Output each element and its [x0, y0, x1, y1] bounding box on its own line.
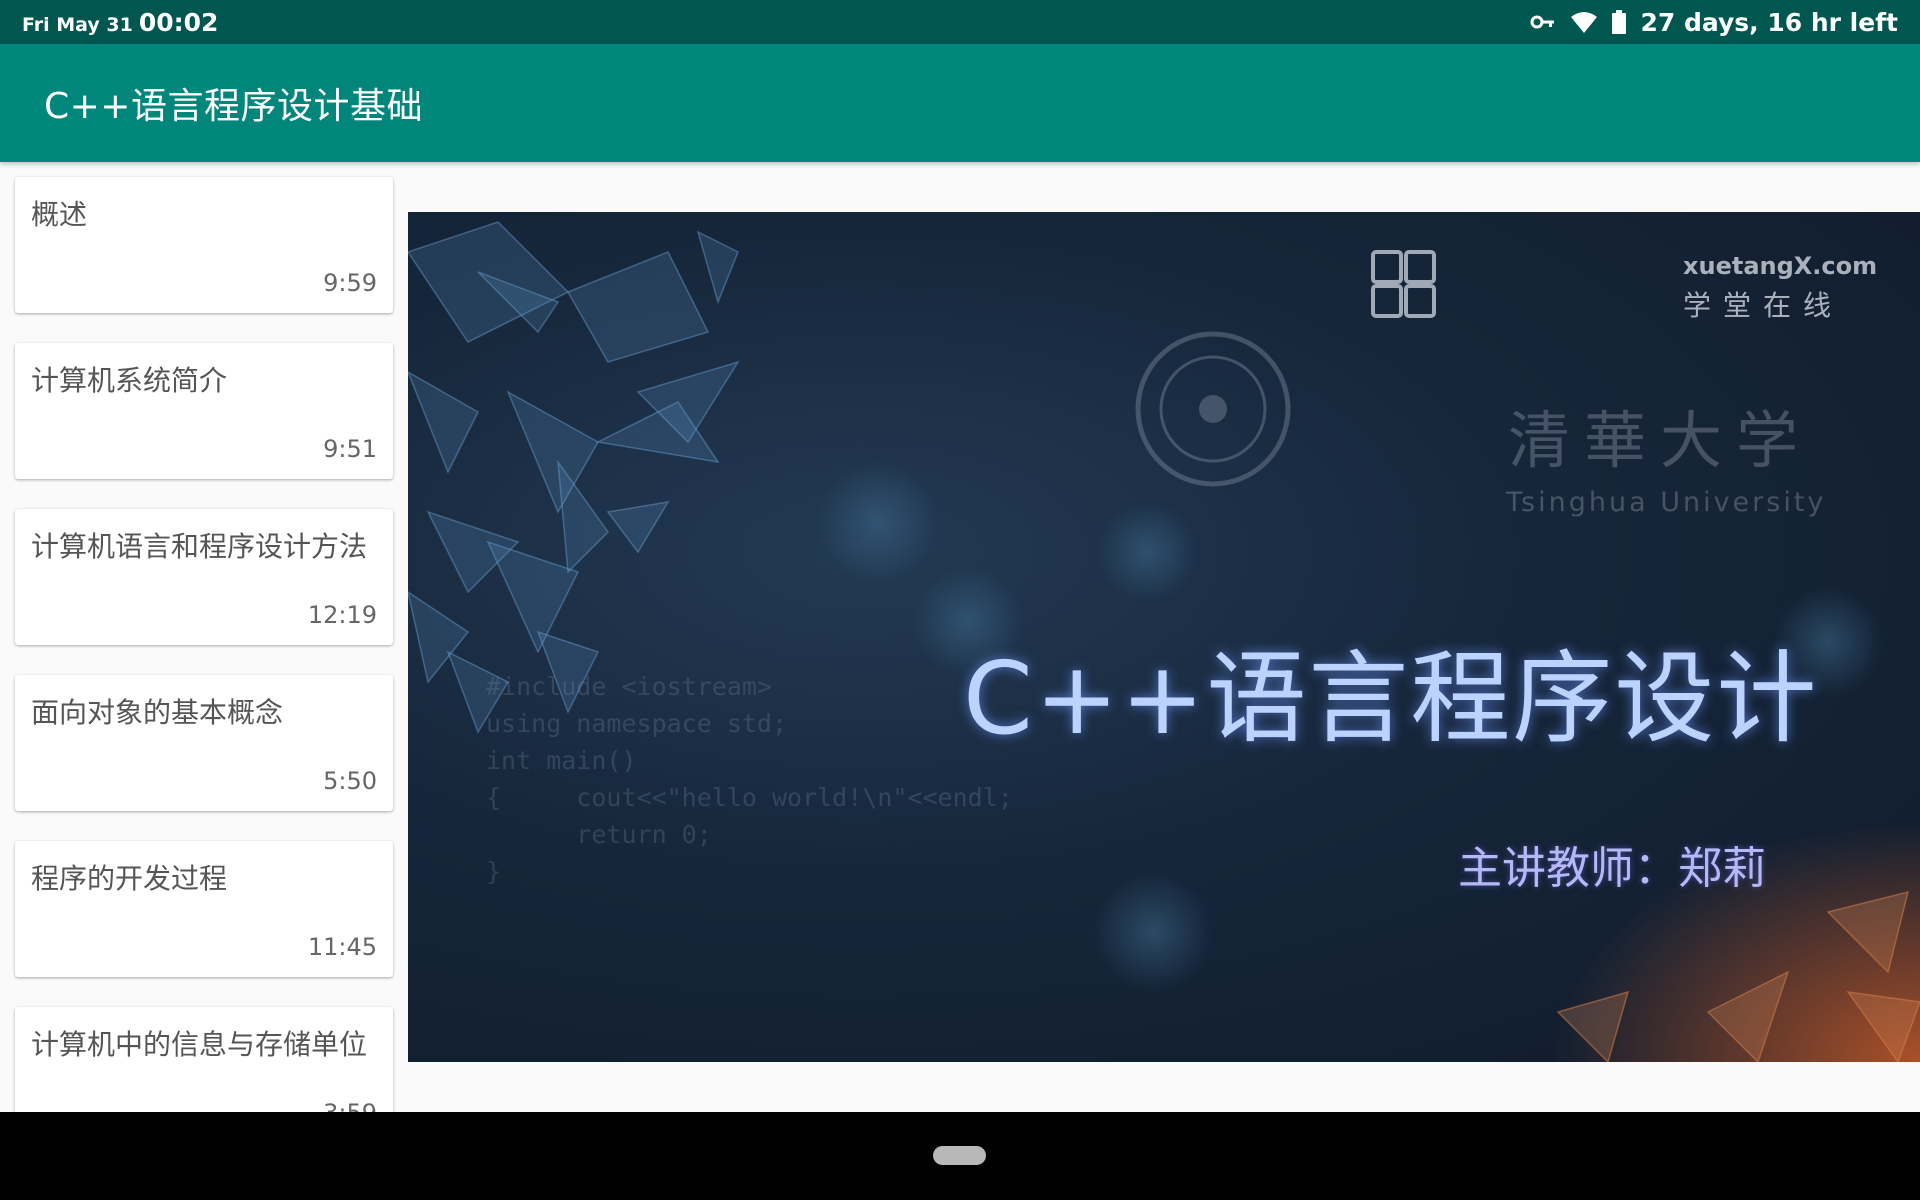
video-player[interactable]: #include <iostream> using namespace std;…: [408, 212, 1920, 1062]
xuetangx-logo-subtext: 学堂在线: [1683, 289, 1844, 322]
app-bar: C++语言程序设计基础: [0, 44, 1920, 162]
code-line: using namespace std;: [486, 709, 788, 738]
lesson-card[interactable]: 计算机中的信息与存储单位 3:59: [15, 1007, 393, 1112]
tsinghua-logo-text-en: Tsinghua University: [1506, 487, 1827, 518]
lesson-card[interactable]: 程序的开发过程 11:45: [15, 841, 393, 977]
status-time: 00:02: [138, 7, 219, 37]
lesson-card[interactable]: 概述 9:59: [15, 177, 393, 313]
lesson-title: 面向对象的基本概念: [31, 696, 284, 729]
app-title: C++语言程序设计基础: [44, 86, 423, 127]
xuetangx-logo-text: xuetangX.com: [1683, 252, 1878, 280]
battery-text: 27 days, 16 hr left: [1640, 7, 1898, 37]
code-line: return 0;: [486, 820, 712, 849]
lesson-duration: 3:59: [323, 1099, 377, 1112]
lesson-title: 概述: [31, 198, 88, 231]
vpn-key-icon: [1530, 14, 1556, 30]
lesson-duration: 5:50: [323, 767, 377, 795]
lesson-title: 计算机中的信息与存储单位: [31, 1028, 368, 1061]
code-line: #include <iostream>: [486, 672, 772, 701]
lesson-title: 程序的开发过程: [31, 862, 228, 895]
lesson-title: 计算机系统简介: [31, 364, 228, 397]
status-indicators: 27 days, 16 hr left: [1530, 8, 1898, 37]
status-datetime: Fri May 31 00:02: [22, 8, 218, 37]
navigation-bar: [0, 1112, 1920, 1200]
home-handle[interactable]: [933, 1146, 986, 1165]
lesson-title: 计算机语言和程序设计方法: [31, 530, 368, 563]
lesson-list[interactable]: 概述 9:59 计算机系统简介 9:51 计算机语言和程序设计方法 12:19 …: [0, 162, 404, 1112]
status-bar: Fri May 31 00:02 27 days, 16 hr left: [0, 0, 1920, 44]
video-instructor: 主讲教师：郑莉: [1458, 843, 1766, 894]
lesson-duration: 12:19: [307, 601, 377, 629]
lesson-card[interactable]: 面向对象的基本概念 5:50: [15, 675, 393, 811]
status-date: Fri May 31: [22, 13, 133, 36]
lesson-card[interactable]: 计算机系统简介 9:51: [15, 343, 393, 479]
lesson-duration: 9:59: [323, 269, 377, 297]
code-line: { cout<<"hello world!\n"<<endl;: [486, 783, 1013, 812]
battery-icon: [1612, 10, 1627, 34]
wifi-icon: [1570, 10, 1598, 34]
code-line: }: [486, 857, 502, 886]
code-line: int main(): [486, 746, 637, 775]
lesson-duration: 9:51: [323, 435, 377, 463]
video-title: C++语言程序设计: [963, 640, 1819, 757]
lesson-duration: 11:45: [307, 933, 377, 961]
lesson-card[interactable]: 计算机语言和程序设计方法 12:19: [15, 509, 393, 645]
tsinghua-logo-text: 清華大学: [1508, 404, 1813, 477]
